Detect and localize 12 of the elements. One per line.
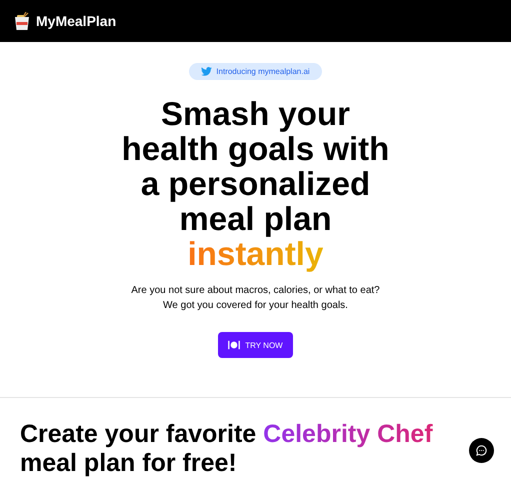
chat-button[interactable] bbox=[469, 438, 494, 463]
plate-icon bbox=[228, 340, 240, 350]
subtitle-text: We got you covered for your health goals. bbox=[162, 299, 349, 313]
takeout-box-icon bbox=[14, 12, 30, 30]
brand-name[interactable]: MyMealPlan bbox=[36, 13, 116, 29]
announcement-badge[interactable]: Introducing mymealplan.ai bbox=[189, 63, 322, 80]
subtitle-text: Are you not sure about macros, calories, or what to eat? bbox=[131, 284, 380, 298]
bird-icon bbox=[201, 67, 212, 76]
chat-bubble-icon bbox=[476, 445, 487, 456]
hero-headline: Smash your health goals with a personalized meal plan instantly bbox=[120, 96, 390, 271]
try-now-button[interactable]: TRY NOW bbox=[218, 332, 293, 358]
section-heading: Create your favorite Celebrity Chef meal plan for free! bbox=[20, 420, 434, 478]
